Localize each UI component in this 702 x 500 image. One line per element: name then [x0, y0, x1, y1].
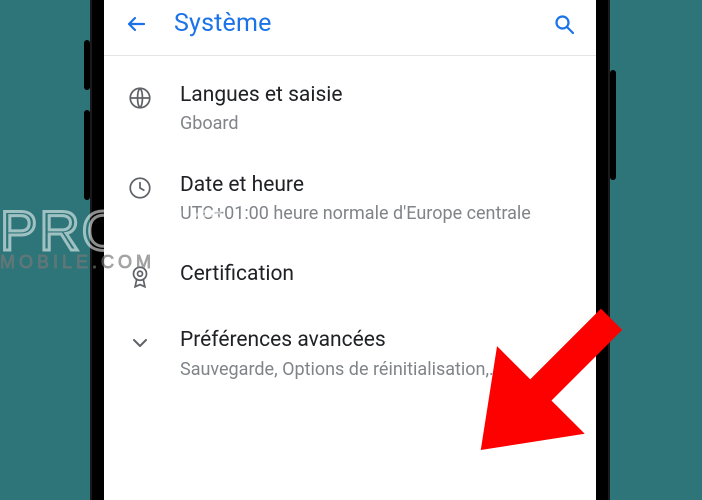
clock-icon [126, 174, 154, 202]
search-icon [552, 12, 576, 36]
page-title: Système [174, 9, 272, 38]
item-title: Préférences avancées [180, 327, 574, 353]
screen: Bb.B Système [104, 0, 596, 500]
badge-icon [126, 263, 154, 291]
chevron-down-icon [126, 329, 154, 357]
phone-frame: Bb.B Système [90, 0, 610, 500]
search-button[interactable] [550, 10, 578, 38]
item-subtitle: UTC+01:00 heure normale d'Europe central… [180, 202, 574, 225]
settings-item-datetime[interactable]: Date et heure UTC+01:00 heure normale d'… [104, 154, 596, 244]
item-subtitle: Gboard [180, 112, 574, 135]
item-title: Certification [180, 261, 574, 287]
hw-button [84, 40, 90, 90]
item-title: Langues et saisie [180, 82, 574, 108]
settings-list: Langues et saisie Gboard Date et heure U… [104, 56, 596, 407]
hw-button [610, 70, 616, 180]
settings-item-certification[interactable]: Certification [104, 243, 596, 309]
settings-item-advanced[interactable]: Préférences avancées Sauvegarde, Options… [104, 309, 596, 399]
arrow-left-icon [124, 12, 148, 36]
globe-icon [126, 84, 154, 112]
back-button[interactable] [122, 10, 150, 38]
item-title: Date et heure [180, 172, 574, 198]
hw-button [84, 110, 90, 200]
item-subtitle: Sauvegarde, Options de réinitialisation,… [180, 358, 574, 381]
app-header: Système [104, 0, 596, 56]
settings-item-languages[interactable]: Langues et saisie Gboard [104, 64, 596, 154]
